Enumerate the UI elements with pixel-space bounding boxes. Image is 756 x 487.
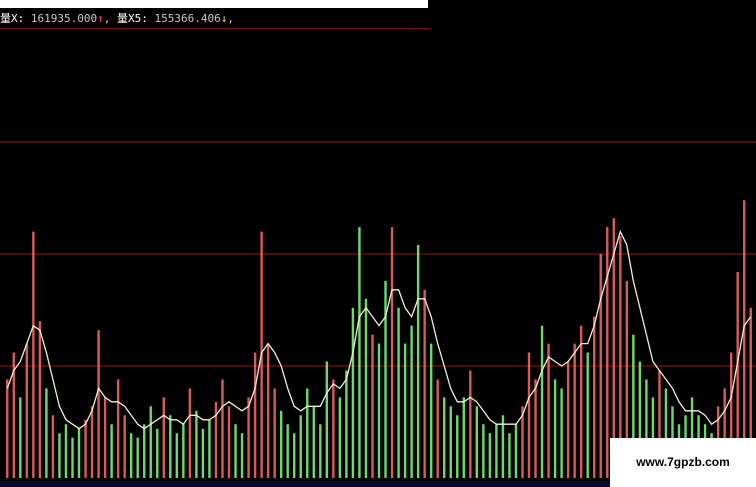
volume-bar (188, 388, 192, 478)
volume-bar (129, 433, 133, 478)
volume-bar (273, 388, 276, 478)
volume-bar (325, 361, 329, 478)
volume-bar (293, 433, 296, 478)
volume-bar (306, 388, 309, 478)
volume-bar (90, 406, 94, 478)
volume-bar (403, 343, 407, 478)
volume-bar (221, 379, 224, 478)
volume-bar (377, 343, 381, 478)
volume-bar (364, 298, 368, 478)
volume-bar (371, 334, 374, 478)
volume-bar (540, 325, 544, 478)
volume-bar (423, 289, 426, 478)
volume-bar (266, 343, 270, 478)
volume-bar (32, 231, 35, 478)
volume-bar (475, 406, 479, 478)
volume-bar (351, 307, 355, 478)
volume-bar (103, 397, 107, 478)
volume-bar (469, 370, 472, 478)
volume-bar (319, 424, 322, 478)
volume-bar (19, 397, 22, 478)
volume-bar (38, 321, 42, 478)
volume-bar (527, 352, 531, 478)
volume-bar (514, 424, 518, 478)
volume-bar (143, 424, 146, 478)
volume-bar (547, 343, 550, 478)
volume-bar (488, 433, 492, 478)
volume-bar (443, 397, 446, 478)
volume-bar (449, 406, 452, 478)
volume-bar (606, 227, 609, 478)
volume-bar (247, 397, 250, 478)
volume-bar (58, 433, 61, 478)
volume-bar (462, 397, 465, 478)
volume-bar (116, 379, 120, 478)
volume-chart (0, 141, 756, 479)
volume-bar (332, 379, 335, 478)
volume-bar (586, 352, 589, 478)
volume-bar (97, 330, 100, 478)
bottom-scroll-strip (0, 481, 610, 487)
volume-bar (436, 379, 439, 478)
volume-bar (234, 424, 237, 478)
volume-bar (136, 437, 139, 478)
volume-bar (338, 397, 342, 478)
volume-bar (579, 325, 583, 478)
volume-bar (312, 406, 315, 478)
volume-bar (208, 419, 211, 478)
volume-bar (286, 424, 289, 478)
volume-bar (201, 428, 205, 478)
watermark-text: www.7gpzb.com (610, 438, 756, 487)
volume-bar (71, 437, 74, 478)
volume-bar (299, 415, 302, 478)
volume-bar (429, 343, 433, 478)
volume-bar (149, 406, 152, 478)
volume-bar (162, 397, 165, 478)
volume-bar (25, 343, 29, 478)
volume-bar (51, 415, 55, 478)
volume-bar (182, 424, 185, 478)
volume-bar (123, 415, 126, 478)
volume-bar (156, 428, 159, 478)
volume-bar (345, 370, 348, 478)
volume-bar (416, 245, 420, 478)
volume-bar (482, 424, 485, 478)
volume-bar (64, 424, 68, 478)
volume-bar (743, 200, 746, 479)
volume-bar (240, 433, 244, 478)
volume-bar (599, 254, 602, 478)
volume-bar (456, 415, 459, 478)
volume-bar (508, 433, 511, 478)
volume-bar (593, 316, 596, 478)
volume-bar (495, 424, 498, 478)
volume-bar (553, 379, 557, 478)
volume-bar (279, 410, 283, 478)
volume-bar (560, 388, 563, 478)
volume-bar (169, 415, 172, 478)
volume-bar (566, 361, 570, 478)
volume-bar (410, 325, 413, 478)
volume-bar (110, 424, 113, 478)
volume-bar (45, 388, 48, 478)
volume-bar (397, 307, 400, 478)
volume-bar (358, 227, 361, 478)
volume-bar (175, 433, 179, 478)
volume-bar (195, 410, 198, 478)
volume-bar (390, 227, 394, 478)
volume-bar (77, 428, 81, 478)
volume-bar (573, 343, 576, 478)
volume-bar (227, 406, 231, 478)
volume-bar (84, 419, 87, 478)
volume-bar (6, 379, 9, 478)
volume-bar (253, 352, 257, 478)
volume-bar (534, 379, 537, 478)
